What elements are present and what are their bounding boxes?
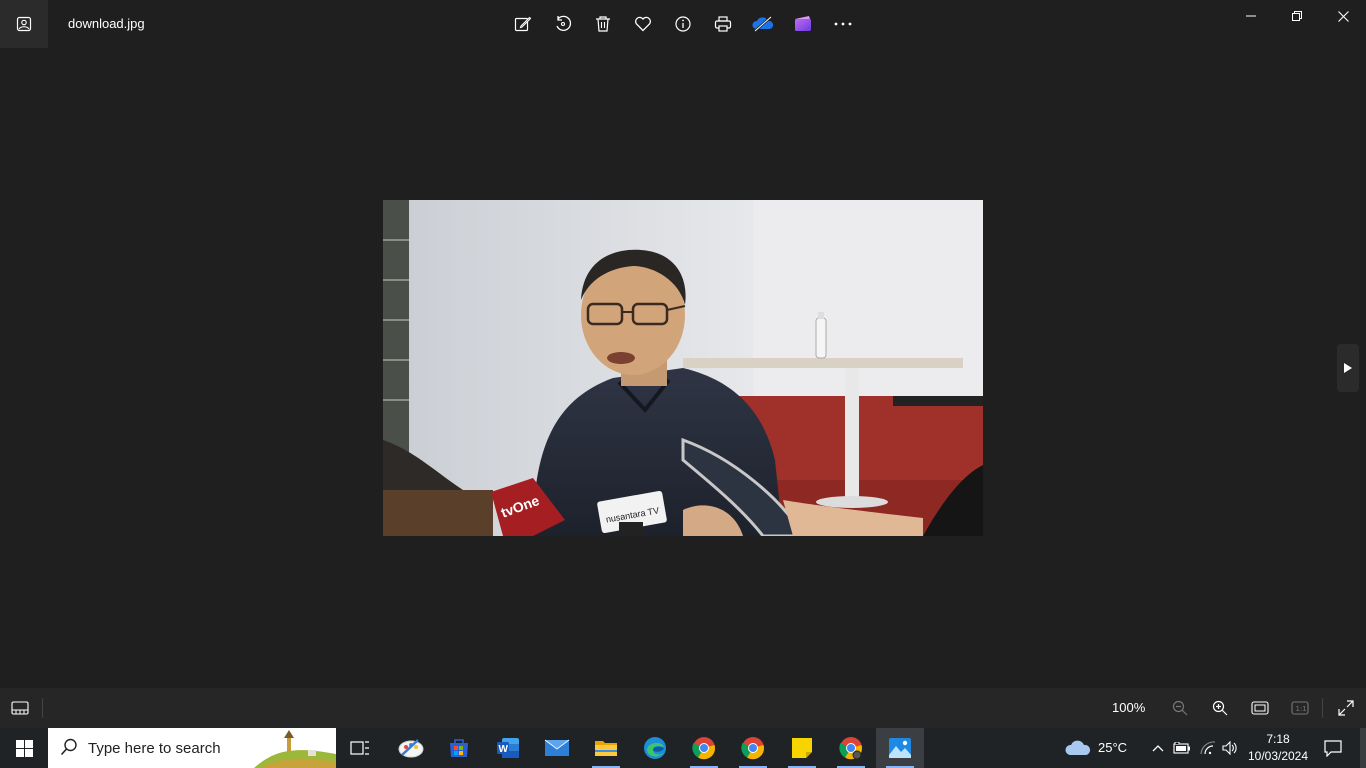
sticky-notes-icon[interactable] xyxy=(778,728,826,768)
bottom-bar: 100% 1:1 xyxy=(0,688,1366,728)
favorite-icon[interactable] xyxy=(623,4,663,44)
svg-text:1:1: 1:1 xyxy=(1296,705,1307,713)
taskbar: Type here to search W 25°C 7:18 10/03/20… xyxy=(0,728,1366,768)
start-button[interactable] xyxy=(0,728,48,768)
chrome-icon[interactable] xyxy=(827,728,875,768)
notifications-icon[interactable] xyxy=(1318,728,1348,768)
print-icon[interactable] xyxy=(703,4,743,44)
minimize-button[interactable] xyxy=(1228,0,1274,32)
window-controls xyxy=(1228,0,1366,32)
clock[interactable]: 7:18 10/03/2024 xyxy=(1246,731,1310,765)
chrome-icon[interactable] xyxy=(729,728,777,768)
clipchamp-icon[interactable] xyxy=(783,4,823,44)
weather-temperature[interactable]: 25°C xyxy=(1098,740,1127,755)
zoom-out-icon[interactable] xyxy=(1160,688,1200,728)
close-button[interactable] xyxy=(1320,0,1366,32)
cloud-icon[interactable] xyxy=(1062,728,1094,768)
show-hidden-icons-icon[interactable] xyxy=(1148,728,1168,768)
divider xyxy=(1322,698,1323,718)
actual-size-icon[interactable]: 1:1 xyxy=(1280,688,1320,728)
restore-button[interactable] xyxy=(1274,0,1320,32)
svg-text:W: W xyxy=(499,744,509,755)
divider xyxy=(42,698,43,718)
battery-icon[interactable] xyxy=(1172,728,1192,768)
onedrive-icon[interactable] xyxy=(743,4,783,44)
show-desktop-button[interactable] xyxy=(1360,728,1366,768)
edge-icon[interactable] xyxy=(631,728,679,768)
search-highlight-image xyxy=(254,728,336,768)
zoom-in-icon[interactable] xyxy=(1200,688,1240,728)
search-input[interactable]: Type here to search xyxy=(48,728,336,768)
mail-icon[interactable] xyxy=(533,728,581,768)
search-icon xyxy=(60,738,78,761)
file-explorer-icon[interactable] xyxy=(582,728,630,768)
toolbar xyxy=(503,4,863,44)
zoom-level: 100% xyxy=(1112,700,1146,715)
clock-date: 10/03/2024 xyxy=(1247,749,1309,763)
paint-3d-icon[interactable] xyxy=(387,728,435,768)
file-name: download.jpg xyxy=(68,16,145,31)
delete-icon[interactable] xyxy=(583,4,623,44)
task-view-icon[interactable] xyxy=(336,728,384,768)
full-screen-icon[interactable] xyxy=(1326,688,1366,728)
volume-icon[interactable] xyxy=(1220,728,1240,768)
info-icon[interactable] xyxy=(663,4,703,44)
next-image-button[interactable] xyxy=(1337,344,1359,392)
fit-to-window-icon[interactable] xyxy=(1240,688,1280,728)
microsoft-store-icon[interactable] xyxy=(435,728,483,768)
wifi-icon[interactable] xyxy=(1198,728,1218,768)
rotate-icon[interactable] xyxy=(543,4,583,44)
photos-app-icon[interactable] xyxy=(876,728,924,768)
chrome-icon[interactable] xyxy=(680,728,728,768)
more-icon[interactable] xyxy=(823,4,863,44)
title-bar: download.jpg xyxy=(0,0,1366,48)
word-icon[interactable]: W xyxy=(484,728,532,768)
photos-app-icon[interactable] xyxy=(0,0,48,48)
photo-image: tvOne nusantara TV xyxy=(383,200,983,536)
filmstrip-icon[interactable] xyxy=(0,688,40,728)
search-placeholder: Type here to search xyxy=(88,740,221,757)
edit-icon[interactable] xyxy=(503,4,543,44)
clock-time: 7:18 xyxy=(1266,732,1290,746)
